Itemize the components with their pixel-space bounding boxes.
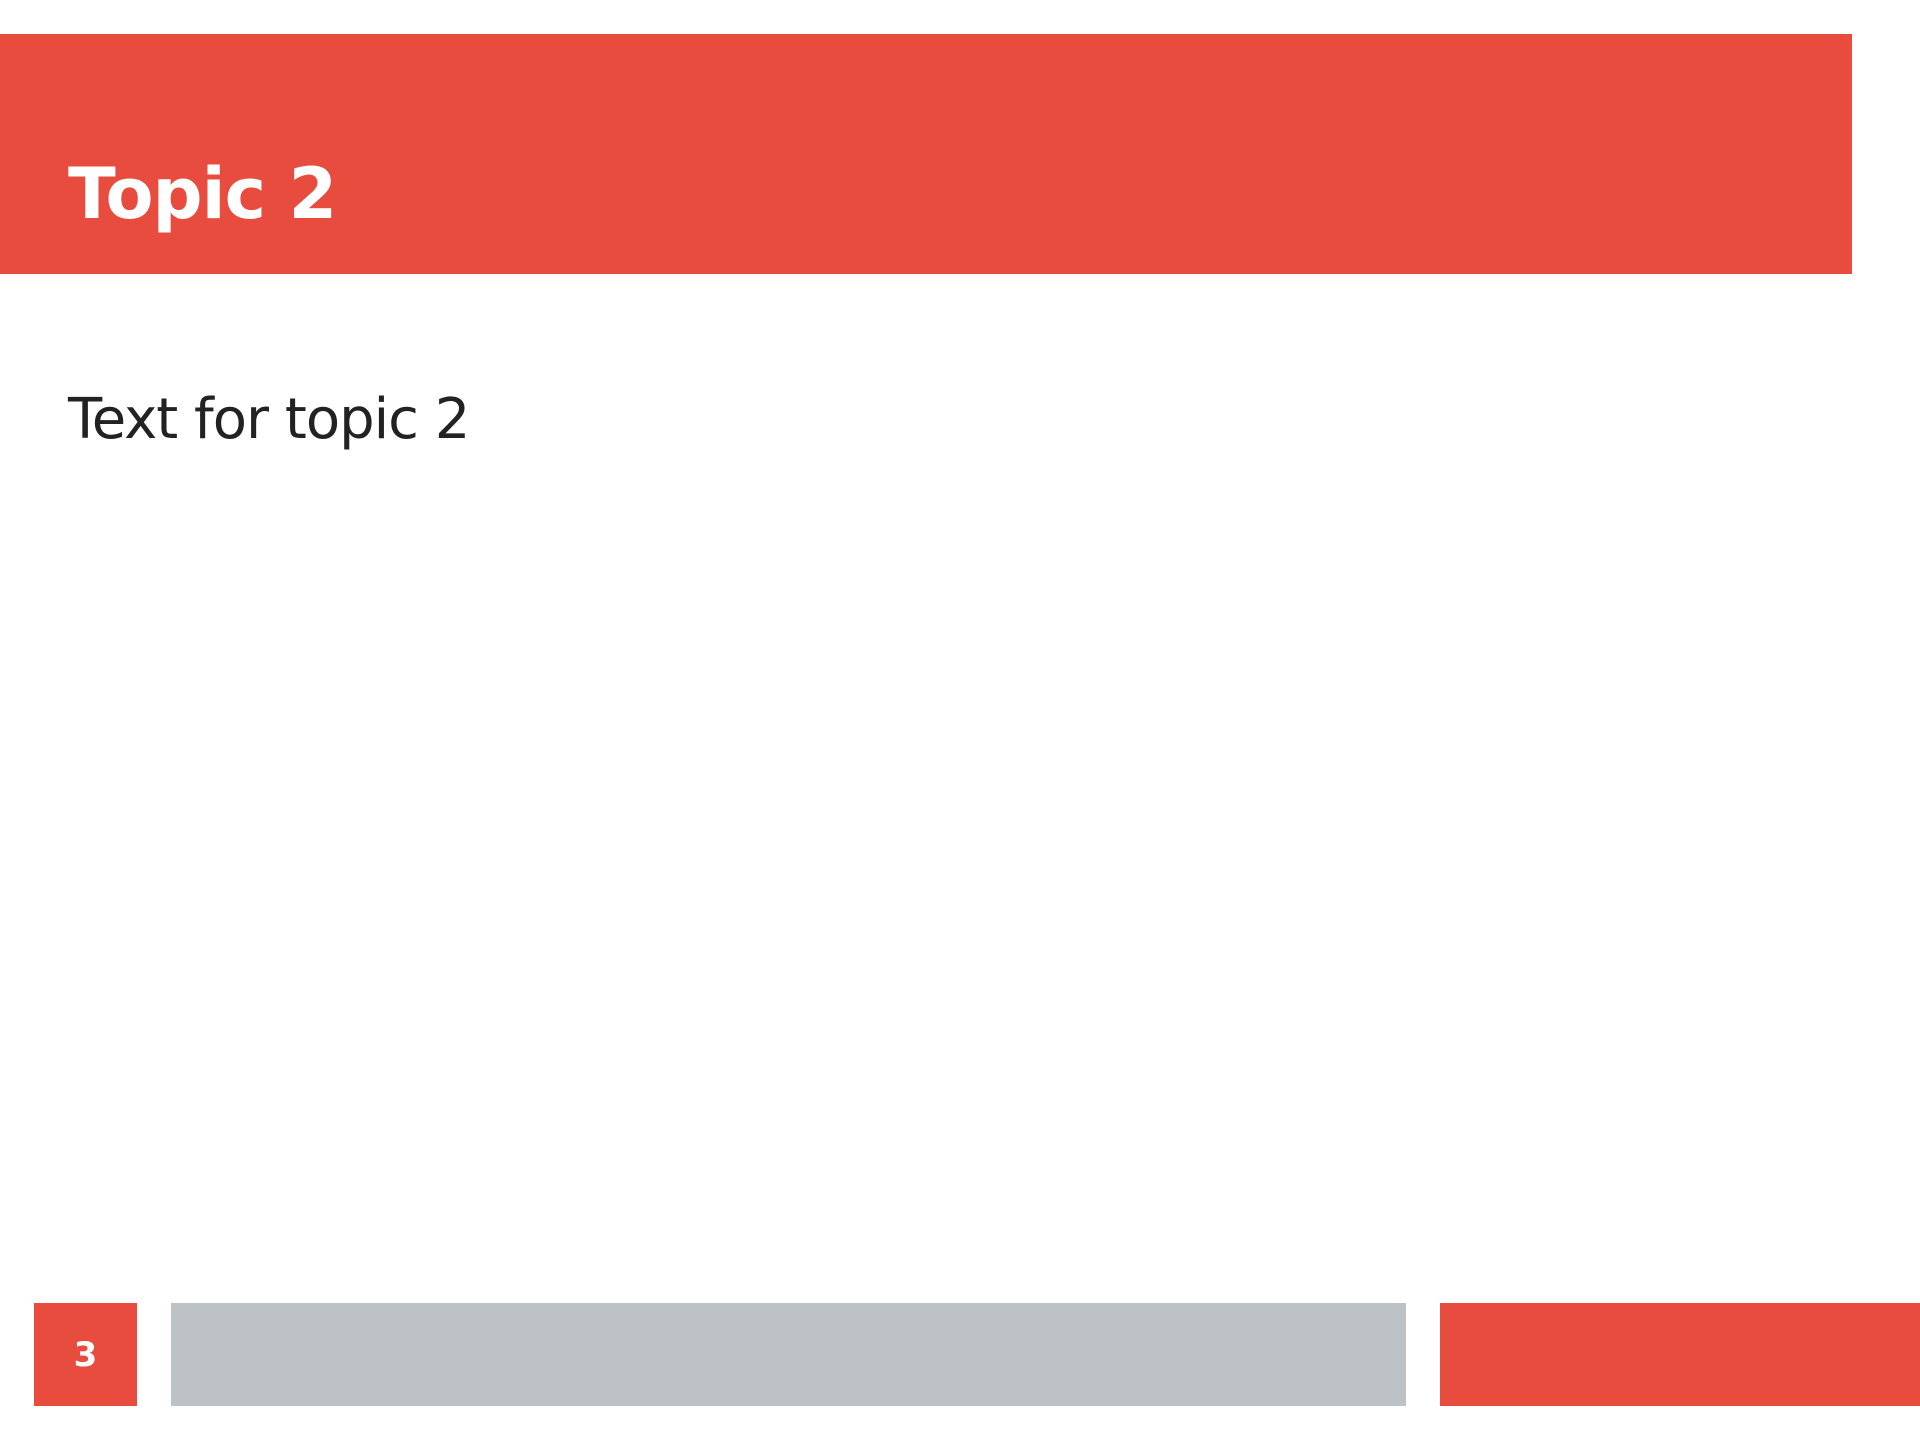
footer-gray-bar xyxy=(171,1303,1406,1406)
page-number: 3 xyxy=(73,1334,98,1375)
slide-title: Topic 2 xyxy=(68,153,337,235)
page-number-box: 3 xyxy=(34,1303,137,1406)
slide: Topic 2 Text for topic 2 3 xyxy=(0,0,1920,1440)
footer-accent-bar xyxy=(1440,1303,1920,1406)
slide-body-text: Text for topic 2 xyxy=(68,387,470,452)
